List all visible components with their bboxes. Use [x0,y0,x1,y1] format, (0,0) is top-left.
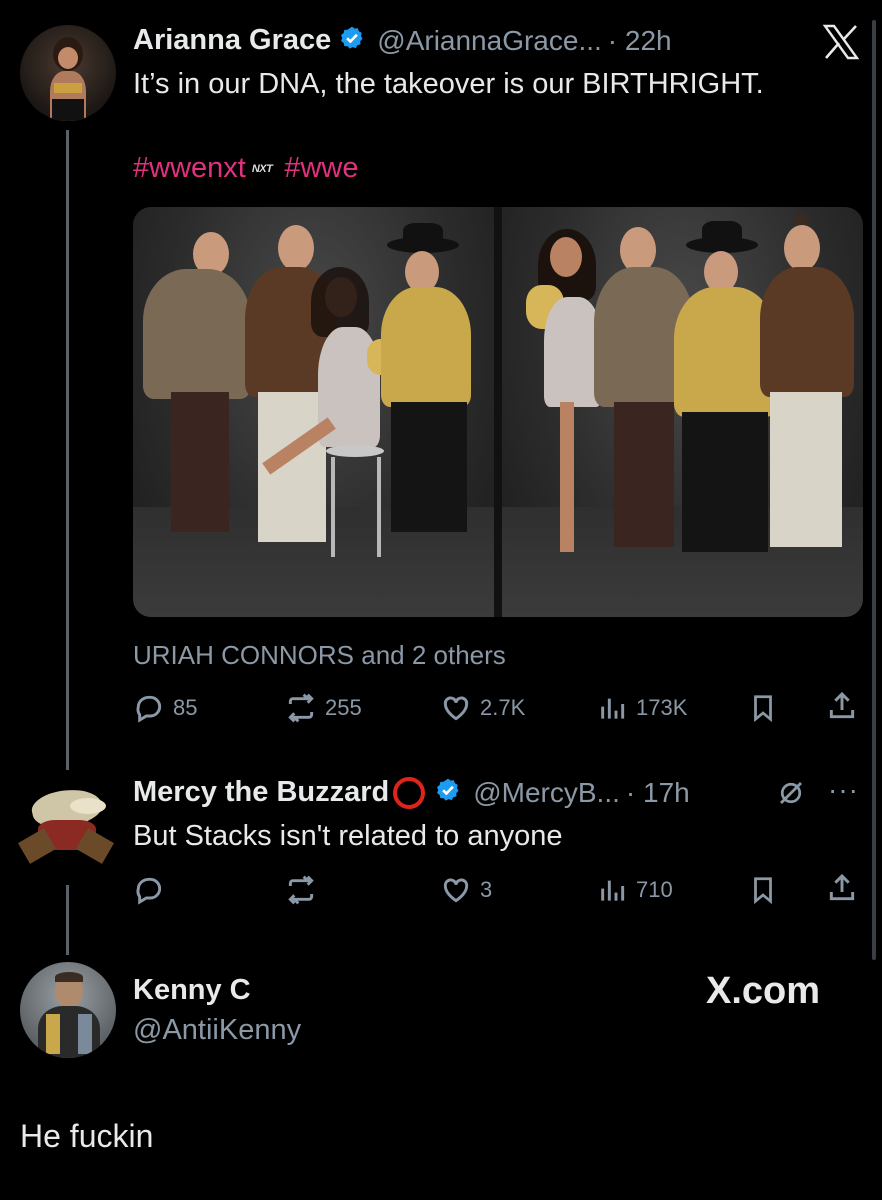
like-button[interactable]: 2.7K [440,692,525,724]
repost-button[interactable]: 255 [285,692,362,724]
grok-icon[interactable] [776,778,806,813]
reply-icon [136,695,162,723]
brand-watermark: X.com [706,970,821,1012]
tweet-2-header: Mercy the Buzzard @MercyB... · 17h [133,776,690,809]
tweet-1-text: It’s in our DNA, the takeover is our BIR… [133,68,764,100]
media-grid [133,207,863,617]
views-button[interactable]: 173K [596,692,687,724]
hashtags: #wwenxt NXT #wwe [133,152,358,185]
views-icon [601,880,625,901]
reply-icon [136,877,162,905]
like-icon [443,878,469,903]
author-handle[interactable]: @AriannaGrace... [377,25,602,57]
bookmark-icon [754,877,772,905]
nxt-emoji-icon: NXT [251,162,273,175]
verified-badge-icon [435,777,461,808]
quote-author-name[interactable]: Kenny C [133,974,251,1007]
verified-badge-icon [339,25,365,56]
bookmark-button[interactable] [748,874,778,906]
repost-icon [288,693,314,723]
thread-line [66,130,69,770]
x-logo-icon[interactable] [822,24,860,65]
hashtag-wwenxt[interactable]: #wwenxt [133,152,246,185]
media-photo-2[interactable] [502,207,863,617]
reply-count: 85 [173,695,198,720]
repost-icon [288,875,314,905]
tweet-time[interactable]: · 22h [608,25,672,57]
repost-count: 255 [325,695,362,720]
share-icon [829,691,855,719]
reply-button[interactable]: 85 [133,692,197,724]
tagged-users[interactable]: URIAH CONNORS and 2 others [133,640,506,671]
bookmark-icon [754,695,772,723]
like-count: 3 [480,877,493,902]
reply-button[interactable] [133,874,173,906]
more-icon[interactable]: ··· [828,774,859,806]
author-handle[interactable]: @MercyB... [473,777,620,809]
like-button[interactable]: 3 [440,874,492,906]
author-name[interactable]: Arianna Grace [133,24,331,57]
views-button[interactable]: 710 [596,874,673,906]
quote-author-handle[interactable]: @AntiiKenny [133,1014,301,1047]
reply-text: He fuckin [20,1118,154,1154]
repost-button[interactable] [285,874,325,906]
tweet-time[interactable]: · 17h [626,777,690,809]
bookmark-button[interactable] [748,692,778,724]
like-count: 2.7K [480,695,526,720]
views-count: 710 [636,877,673,902]
tweet-1-header: Arianna Grace @AriannaGrace... · 22h [133,24,672,57]
red-circle-icon [393,776,426,809]
media-photo-1[interactable] [133,207,494,617]
avatar-kenny[interactable] [20,962,116,1058]
avatar-mercy[interactable] [16,780,116,872]
hashtag-wwe[interactable]: #wwe [284,152,358,185]
share-button[interactable] [826,690,858,722]
share-button[interactable] [826,872,858,904]
like-icon [443,696,469,721]
scrollbar[interactable] [872,20,876,960]
views-icon [601,698,625,719]
author-name[interactable]: Mercy the Buzzard [133,776,389,809]
tweet-2-text: But Stacks isn't related to anyone [133,820,563,852]
views-count: 173K [636,695,688,720]
avatar-arianna[interactable] [20,25,116,121]
thread-line-2 [66,885,69,955]
share-icon [829,873,855,901]
